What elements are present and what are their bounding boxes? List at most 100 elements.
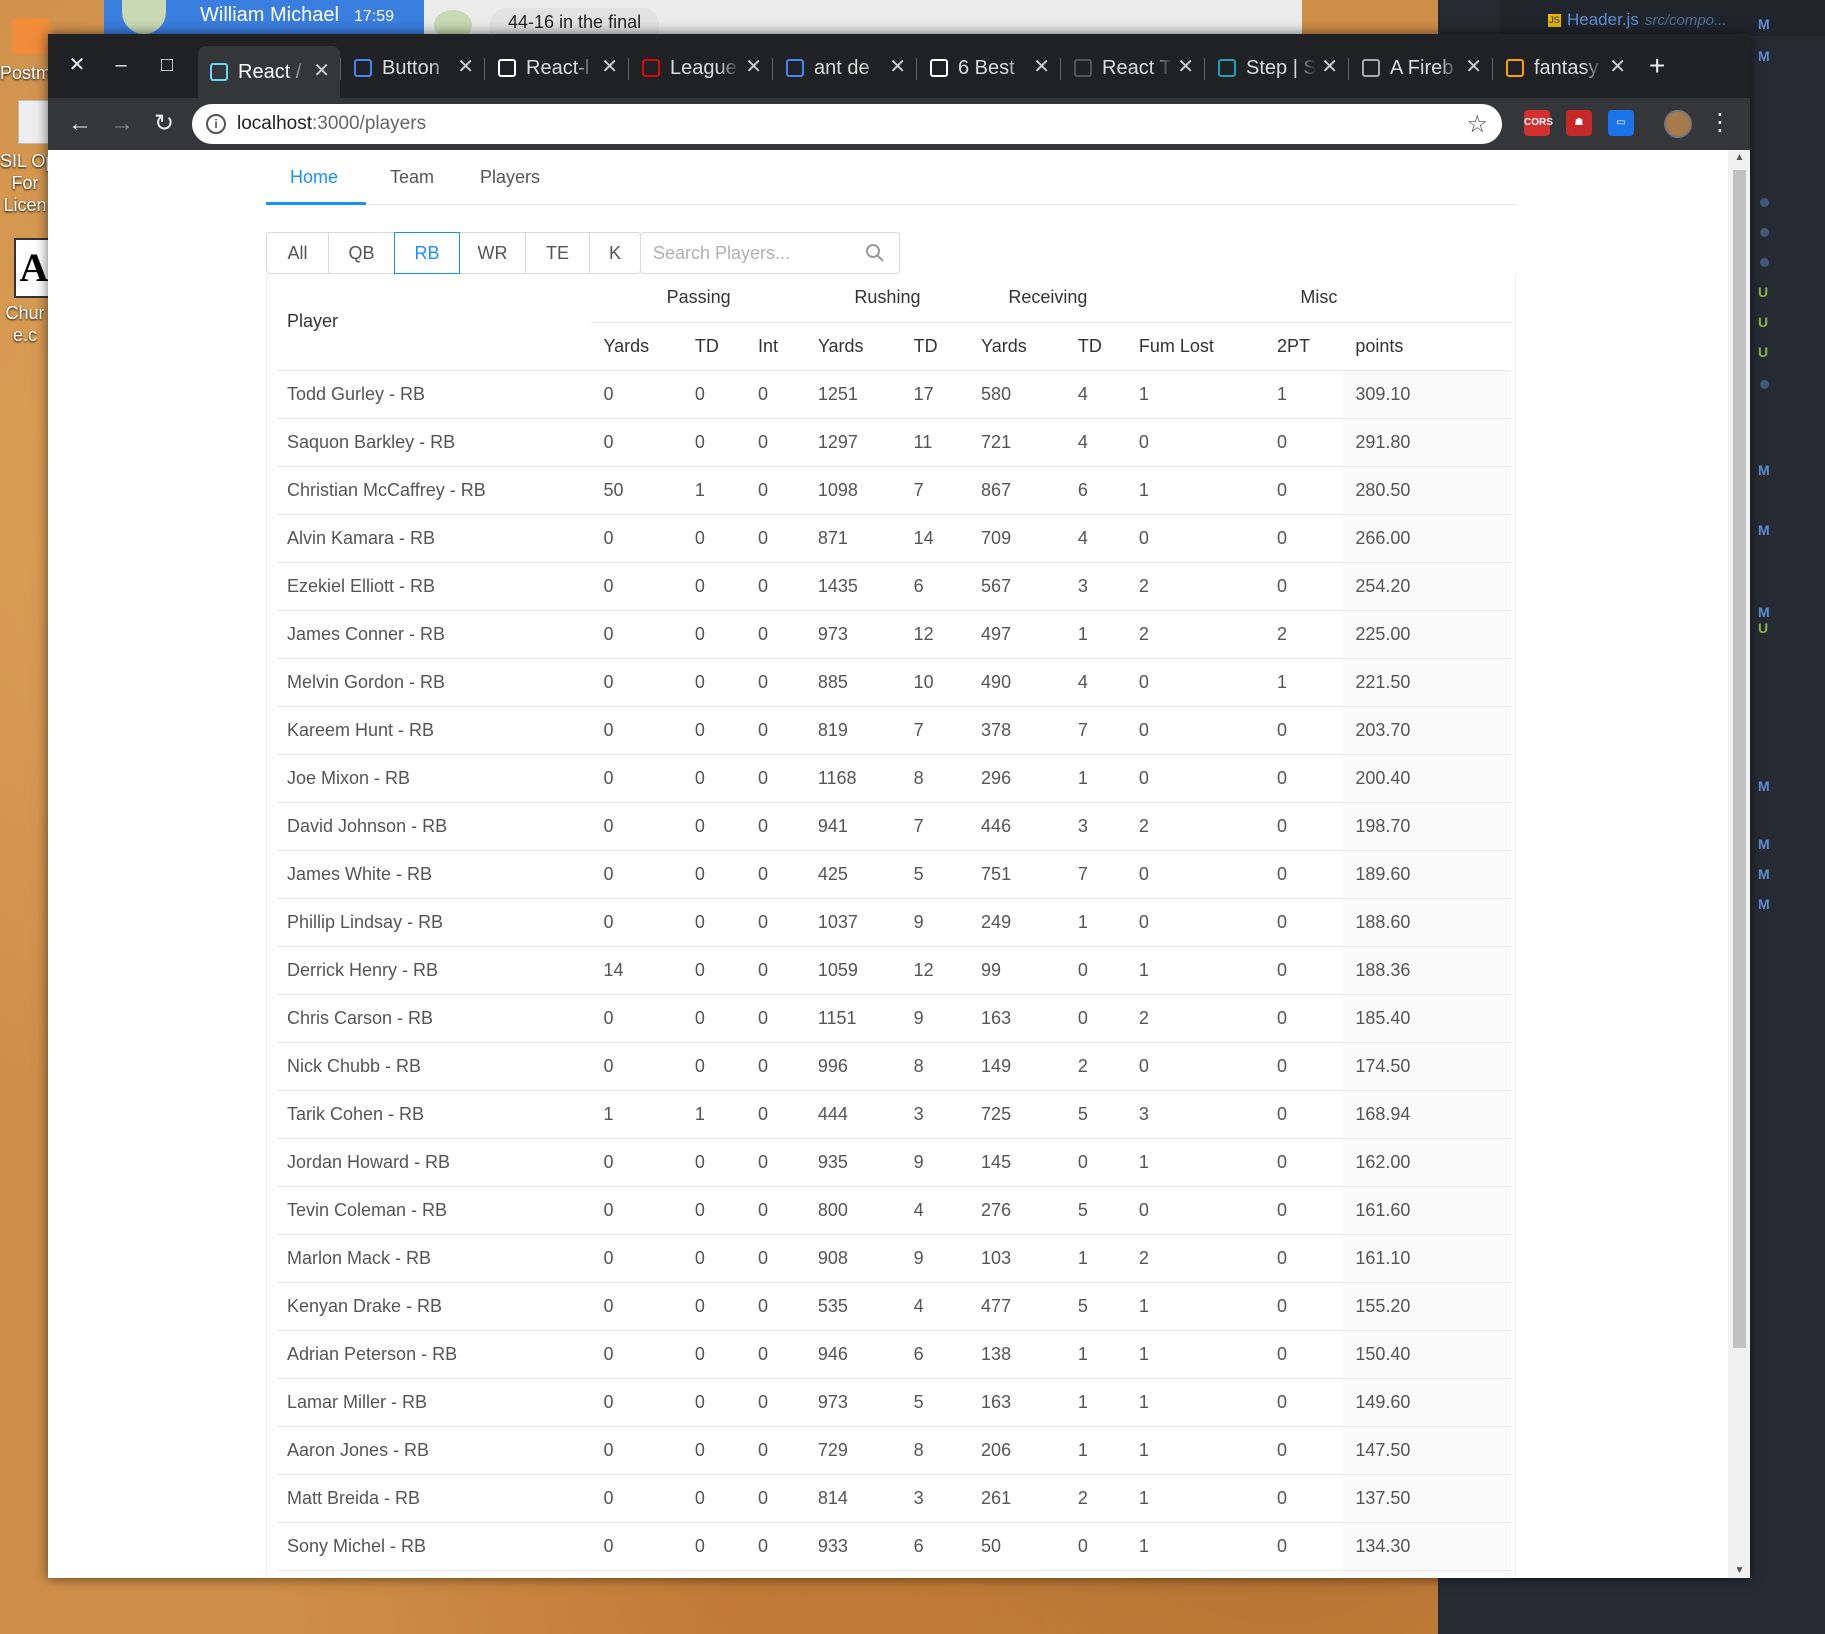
browser-tab[interactable]: ant de ✕ bbox=[774, 48, 916, 86]
tab-close-icon[interactable]: ✕ bbox=[1465, 48, 1482, 86]
scrollbar-thumb[interactable] bbox=[1733, 170, 1746, 1348]
chat-contact-header[interactable]: William Michael 17:59 bbox=[104, 0, 424, 36]
table-row[interactable]: Christian McCaffrey - RB 50 1 0 1098 7 867 6 1 0 2… bbox=[277, 466, 1511, 515]
new-tab-button[interactable]: + bbox=[1649, 50, 1665, 82]
folder-icon[interactable] bbox=[12, 18, 50, 54]
nav-item-players[interactable]: Players bbox=[480, 167, 540, 188]
forward-icon[interactable]: → bbox=[108, 110, 136, 138]
table-row[interactable]: Derrick Henry - RB 14 0 0 1059 12 99 0 1 0 188.36 bbox=[277, 946, 1511, 995]
column-header[interactable]: TD bbox=[1065, 322, 1127, 371]
table-row[interactable]: Kenyan Drake - RB 0 0 0 535 4 477 5 1 0 155.20 bbox=[277, 1282, 1511, 1331]
browser-tab[interactable]: React-l ✕ bbox=[486, 48, 628, 86]
extension-icon[interactable]: ☗ bbox=[1566, 110, 1592, 136]
git-status-letter: M bbox=[1758, 836, 1770, 852]
table-row[interactable]: Lamar Miller - RB 0 0 0 973 5 163 1 1 0 149.60 bbox=[277, 1378, 1511, 1427]
back-icon[interactable]: ← bbox=[66, 110, 94, 138]
browser-tab[interactable]: React T ✕ bbox=[1062, 48, 1204, 86]
tab-close-icon[interactable]: ✕ bbox=[313, 46, 330, 96]
nav-item-team[interactable]: Team bbox=[390, 167, 434, 188]
filter-all-button[interactable]: All bbox=[266, 232, 329, 274]
table-row[interactable]: Nick Chubb - RB 0 0 0 996 8 149 2 0 0 174.50 bbox=[277, 1042, 1511, 1091]
column-header[interactable]: points bbox=[1343, 322, 1511, 371]
bookmark-star-icon[interactable]: ☆ bbox=[1466, 110, 1488, 139]
scroll-down-arrow-icon[interactable]: ▼ bbox=[1733, 1565, 1746, 1576]
table-row[interactable]: James White - RB 0 0 0 425 5 751 7 0 0 189.60 bbox=[277, 850, 1511, 899]
stat-cell: 0 bbox=[682, 1378, 746, 1427]
browser-tab[interactable]: League ✕ bbox=[630, 48, 772, 86]
minimize-icon[interactable]: – bbox=[106, 50, 136, 80]
url-text[interactable]: localhost:3000/players bbox=[237, 113, 426, 135]
table-row[interactable]: James Conner - RB 0 0 0 973 12 497 1 2 2 225.00 bbox=[277, 610, 1511, 659]
vertical-scrollbar[interactable]: ▲ ▼ bbox=[1728, 150, 1750, 1578]
tab-close-icon[interactable]: ✕ bbox=[1609, 48, 1626, 86]
search-input[interactable] bbox=[653, 241, 853, 265]
table-row[interactable]: Todd Gurley - RB 0 0 0 1251 17 580 4 1 1 309.10 bbox=[277, 370, 1511, 419]
table-row[interactable]: Joe Mixon - RB 0 0 0 1168 8 296 1 0 0 200.40 bbox=[277, 754, 1511, 803]
info-icon[interactable]: i bbox=[206, 114, 226, 134]
filter-k-button[interactable]: K bbox=[589, 232, 641, 274]
tab-close-icon[interactable]: ✕ bbox=[601, 48, 618, 86]
filter-te-button[interactable]: TE bbox=[525, 232, 590, 274]
stat-cell: 168.94 bbox=[1343, 1090, 1511, 1139]
table-row[interactable]: Jordan Howard - RB 0 0 0 935 9 145 0 1 0 162.00 bbox=[277, 1138, 1511, 1187]
table-row[interactable]: Kareem Hunt - RB 0 0 0 819 7 378 7 0 0 203.70 bbox=[277, 706, 1511, 755]
column-header[interactable]: TD bbox=[901, 322, 970, 371]
tab-close-icon[interactable]: ✕ bbox=[1321, 48, 1338, 86]
browser-tab[interactable]: Button ✕ bbox=[342, 48, 484, 86]
column-header[interactable]: Yards bbox=[591, 322, 683, 371]
table-row[interactable]: Melvin Gordon - RB 0 0 0 885 10 490 4 0 1 221.50 bbox=[277, 658, 1511, 707]
player-column-header[interactable]: Player bbox=[277, 274, 592, 371]
column-header[interactable]: Yards bbox=[805, 322, 902, 371]
table-row[interactable]: Tevin Coleman - RB 0 0 0 800 4 276 5 0 0 161.60 bbox=[277, 1186, 1511, 1235]
table-row[interactable]: Ezekiel Elliott - RB 0 0 0 1435 6 567 3 2 0 254.20 bbox=[277, 562, 1511, 611]
tab-close-icon[interactable]: ✕ bbox=[745, 48, 762, 86]
document-icon[interactable] bbox=[18, 100, 50, 144]
extension-icon[interactable]: ▭ bbox=[1608, 110, 1634, 136]
browser-tab[interactable]: React / ✕ bbox=[198, 46, 340, 98]
table-row[interactable]: Matt Breida - RB 0 0 0 814 3 261 2 1 0 137.50 bbox=[277, 1474, 1511, 1523]
browser-tab[interactable]: Step | S ✕ bbox=[1206, 48, 1348, 86]
extension-icon[interactable]: CORS bbox=[1524, 110, 1553, 136]
reload-icon[interactable]: ↻ bbox=[150, 110, 178, 138]
table-row[interactable]: Chris Carson - RB 0 0 0 1151 9 163 0 2 0 185.40 bbox=[277, 994, 1511, 1043]
desktop-icon-label[interactable]: Postm bbox=[0, 62, 50, 84]
maximize-icon[interactable]: □ bbox=[152, 50, 182, 80]
table-row[interactable]: Aaron Jones - RB 0 0 0 729 8 206 1 1 0 147.50 bbox=[277, 1426, 1511, 1475]
search-icon[interactable] bbox=[865, 243, 885, 263]
table-row[interactable]: Saquon Barkley - RB 0 0 0 1297 11 721 4 0 0 291.80 bbox=[277, 418, 1511, 467]
filter-rb-button[interactable]: RB bbox=[394, 232, 460, 274]
browser-tab[interactable]: 6 Best ✕ bbox=[918, 48, 1060, 86]
table-row[interactable]: Adrian Peterson - RB 0 0 0 946 6 138 1 1 0 150.40 bbox=[277, 1330, 1511, 1379]
column-header[interactable]: 2PT bbox=[1265, 322, 1344, 371]
table-row[interactable]: Austin Ekeler - RB0005543404310131.80 bbox=[277, 1570, 1511, 1578]
search-players-box[interactable] bbox=[640, 232, 900, 274]
tab-close-icon[interactable]: ✕ bbox=[457, 48, 474, 86]
browser-tab[interactable]: A Fireb ✕ bbox=[1350, 48, 1492, 86]
tab-separator bbox=[916, 58, 917, 80]
column-header[interactable]: Yards bbox=[969, 322, 1066, 371]
table-row[interactable]: Tarik Cohen - RB 1 1 0 444 3 725 5 3 0 168.94 bbox=[277, 1090, 1511, 1139]
scroll-up-arrow-icon[interactable]: ▲ bbox=[1733, 152, 1746, 163]
desktop-icon-label[interactable]: Chur e.c bbox=[0, 302, 50, 346]
table-row[interactable]: Sony Michel - RB 0 0 0 933 6 50 0 1 0 134.30 bbox=[277, 1522, 1511, 1571]
column-header[interactable]: TD bbox=[682, 322, 746, 371]
filter-qb-button[interactable]: QB bbox=[328, 232, 395, 274]
desktop-icon-label[interactable]: SIL Op For Licen bbox=[0, 150, 50, 216]
close-icon[interactable]: ✕ bbox=[62, 50, 92, 80]
table-row[interactable]: David Johnson - RB 0 0 0 941 7 446 3 2 0 198.70 bbox=[277, 802, 1511, 851]
address-bar[interactable]: i localhost:3000/players ☆ bbox=[192, 104, 1502, 144]
nav-item-home[interactable]: Home bbox=[290, 167, 338, 188]
tab-close-icon[interactable]: ✕ bbox=[1033, 48, 1050, 86]
column-header[interactable]: Int bbox=[746, 322, 806, 371]
editor-open-file[interactable]: JS Header.js src/compo... bbox=[1548, 10, 1727, 30]
browser-tab[interactable]: fantasy ✕ bbox=[1494, 48, 1636, 86]
table-row[interactable]: Phillip Lindsay - RB 0 0 0 1037 9 249 1 0 0 188.60 bbox=[277, 898, 1511, 947]
column-header[interactable]: Fum Lost bbox=[1126, 322, 1266, 371]
menu-kebab-icon[interactable]: ⋮ bbox=[1708, 108, 1732, 137]
tab-close-icon[interactable]: ✕ bbox=[889, 48, 906, 86]
filter-wr-button[interactable]: WR bbox=[459, 232, 526, 274]
profile-avatar[interactable] bbox=[1664, 110, 1692, 138]
tab-close-icon[interactable]: ✕ bbox=[1177, 48, 1194, 86]
table-row[interactable]: Alvin Kamara - RB 0 0 0 871 14 709 4 0 0 266.00 bbox=[277, 514, 1511, 563]
table-row[interactable]: Marlon Mack - RB 0 0 0 908 9 103 1 2 0 161.10 bbox=[277, 1234, 1511, 1283]
